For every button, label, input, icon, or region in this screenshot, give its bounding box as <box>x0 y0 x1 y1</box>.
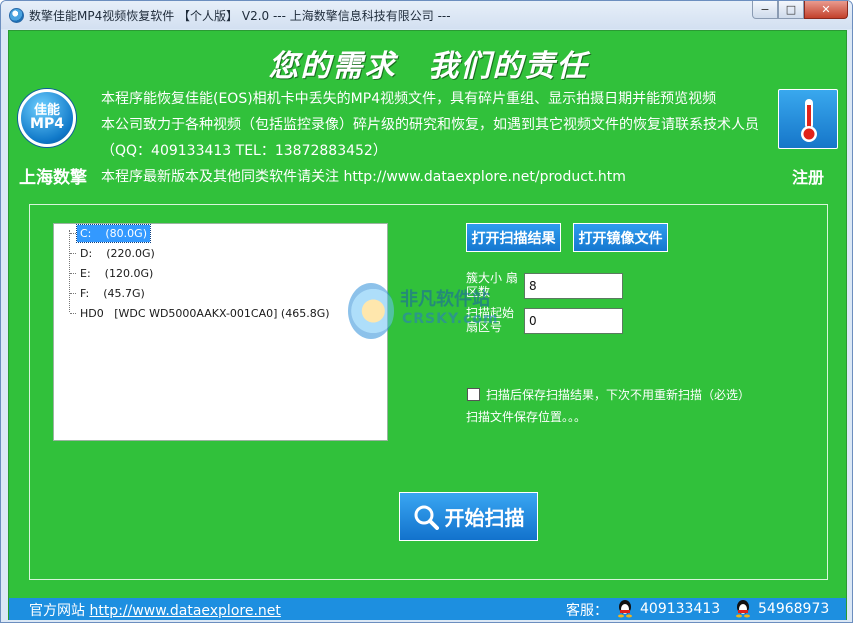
start-sector-input[interactable] <box>524 308 623 334</box>
register-button[interactable]: 注册 <box>778 164 838 188</box>
qq-number-1: 409133413 <box>640 600 721 617</box>
drive-item[interactable]: D: (220.0G) <box>70 245 158 262</box>
footer-bar: 官方网站 http://www.dataexplore.net 客服： 4091… <box>9 598 846 620</box>
save-result-checkbox[interactable] <box>467 388 480 401</box>
qq-contact-2[interactable]: 54968973 <box>734 599 829 618</box>
qq-contact-1[interactable]: 409133413 <box>616 599 720 618</box>
watermark-logo: 非凡软件站 CRSKY.com <box>348 283 508 339</box>
watermark-subtext: CRSKY.com <box>402 311 499 327</box>
start-scan-label: 开始扫描 <box>444 506 525 530</box>
drive-item[interactable]: F: (45.7G) <box>70 285 148 302</box>
drive-item[interactable]: C: (80.0G) <box>70 224 151 243</box>
logo-line2: MP4 <box>30 116 64 133</box>
minimize-button[interactable]: − <box>752 1 778 19</box>
title-bar[interactable]: 数擎佳能MP4视频恢复软件 【个人版】 V2.0 --- 上海数擎信息科技有限公… <box>1 1 852 29</box>
main-panel: C: (80.0G) D: (220.0G) E: (120.0G) F: (4… <box>29 204 828 580</box>
company-name: 上海数擎 <box>19 168 87 188</box>
service-label: 客服： <box>566 603 608 619</box>
watermark-text: 非凡软件站 <box>400 289 490 310</box>
close-button[interactable]: ✕ <box>804 1 848 19</box>
thermometer-icon[interactable] <box>778 89 838 149</box>
magnifier-icon <box>414 505 439 530</box>
product-logo: 佳能 MP4 <box>18 89 76 147</box>
drive-tree[interactable]: C: (80.0G) D: (220.0G) E: (120.0G) F: (4… <box>53 223 388 441</box>
app-icon <box>9 8 24 23</box>
drive-item[interactable]: HD0 [WDC WD5000AAKX-001CA0] (465.8G) <box>70 305 333 322</box>
qq-number-2: 54968973 <box>758 600 830 617</box>
open-scan-result-button[interactable]: 打开扫描结果 <box>466 223 561 252</box>
client-area: 您的需求 我们的责任 佳能 MP4 上海数擎 本程序能恢复佳能(EOS)相机卡中… <box>8 30 847 620</box>
open-image-file-button[interactable]: 打开镜像文件 <box>573 223 668 252</box>
watermark-icon <box>348 283 394 339</box>
logo-line1: 佳能 <box>33 102 60 118</box>
qq-penguin-icon <box>618 600 632 618</box>
window-title: 数擎佳能MP4视频恢复软件 【个人版】 V2.0 --- 上海数擎信息科技有限公… <box>29 9 451 23</box>
description: 本程序能恢复佳能(EOS)相机卡中丢失的MP4视频文件，具有碎片重组、显示拍摄日… <box>101 86 769 190</box>
desc-line-3: 本程序最新版本及其他同类软件请关注 http://www.dataexplore… <box>101 169 626 185</box>
maximize-button[interactable]: □ <box>778 1 804 19</box>
save-location-link[interactable]: 扫描文件保存位置。。。 <box>466 408 586 425</box>
desc-line-1: 本程序能恢复佳能(EOS)相机卡中丢失的MP4视频文件，具有碎片重组、显示拍摄日… <box>101 91 717 107</box>
start-scan-button[interactable]: 开始扫描 <box>399 492 538 541</box>
qq-penguin-icon <box>736 600 750 618</box>
drive-item[interactable]: E: (120.0G) <box>70 265 156 282</box>
site-prefix: 官方网站 <box>29 603 85 619</box>
slogan-heading: 您的需求 我们的责任 <box>268 49 589 84</box>
app-window: 数擎佳能MP4视频恢复软件 【个人版】 V2.0 --- 上海数擎信息科技有限公… <box>0 0 853 623</box>
official-site: 官方网站 http://www.dataexplore.net <box>29 600 281 620</box>
site-link[interactable]: http://www.dataexplore.net <box>89 603 280 619</box>
desc-line-2: 本公司致力于各种视频（包括监控录像）碎片级的研究和恢复，如遇到其它视频文件的恢复… <box>101 117 759 159</box>
cluster-size-input[interactable] <box>524 273 623 299</box>
save-result-label[interactable]: 扫描后保存扫描结果，下次不用重新扫描（必选） <box>486 386 750 403</box>
